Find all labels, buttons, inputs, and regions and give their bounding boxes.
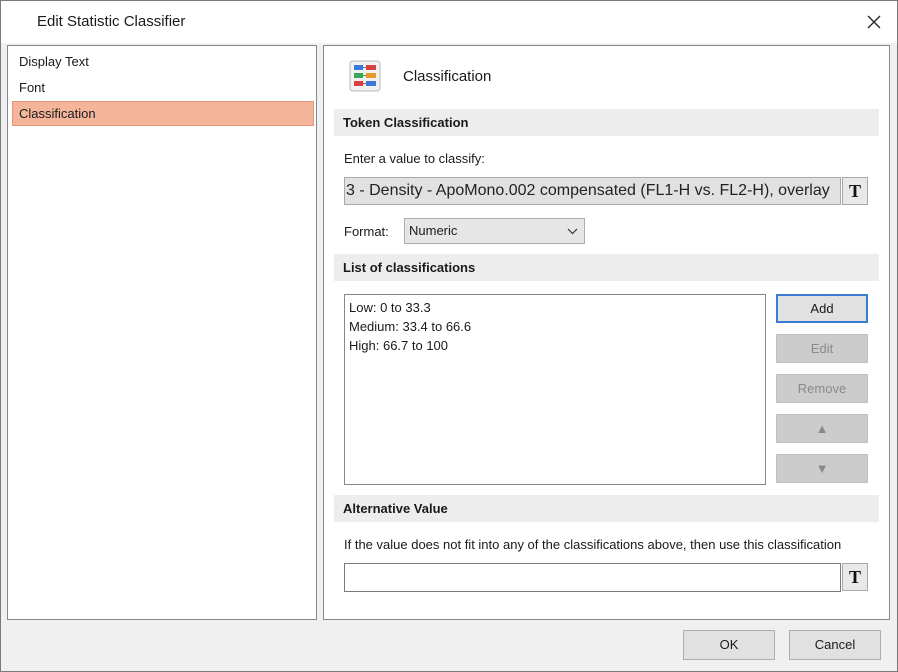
- alternative-description: If the value does not fit into any of th…: [344, 537, 842, 552]
- add-button[interactable]: Add: [776, 294, 868, 323]
- nav-panel: Display Text Font Classification: [7, 45, 317, 620]
- remove-button[interactable]: Remove: [776, 374, 868, 403]
- move-down-button[interactable]: ▼: [776, 454, 868, 483]
- title-bar: Edit Statistic Classifier: [1, 1, 897, 43]
- close-icon: [867, 15, 881, 29]
- chevron-down-icon: [567, 219, 578, 252]
- classify-value-input[interactable]: 3 - Density - ApoMono.002 compensated (F…: [344, 177, 841, 205]
- cancel-button[interactable]: Cancel: [789, 630, 881, 660]
- content-panel: Classification Token Classification Ente…: [323, 45, 890, 620]
- list-item[interactable]: Medium: 33.4 to 66.6: [349, 317, 761, 336]
- list-item[interactable]: High: 66.7 to 100: [349, 336, 761, 355]
- classify-prompt: Enter a value to classify:: [344, 151, 485, 166]
- panel-title: Classification: [403, 68, 492, 85]
- nav-item-font[interactable]: Font: [12, 75, 314, 100]
- insert-token-button[interactable]: T: [842, 177, 868, 205]
- dialog-window: Edit Statistic Classifier Display Text F…: [0, 0, 898, 672]
- format-value: Numeric: [409, 223, 458, 238]
- format-label: Format:: [344, 224, 389, 239]
- nav-item-classification[interactable]: Classification: [12, 101, 314, 126]
- classifications-heading: List of classifications: [334, 254, 879, 281]
- edit-button[interactable]: Edit: [776, 334, 868, 363]
- alternative-value-heading: Alternative Value: [334, 495, 879, 522]
- close-button[interactable]: [851, 1, 897, 43]
- list-item[interactable]: Low: 0 to 33.3: [349, 298, 761, 317]
- alternative-token-button[interactable]: T: [842, 563, 868, 591]
- alternative-value-input[interactable]: [344, 563, 841, 592]
- nav-item-display-text[interactable]: Display Text: [12, 49, 314, 74]
- format-select[interactable]: Numeric: [404, 218, 585, 244]
- move-up-button[interactable]: ▲: [776, 414, 868, 443]
- token-classification-heading: Token Classification: [334, 109, 879, 136]
- classification-icon: [349, 60, 381, 92]
- window-title: Edit Statistic Classifier: [37, 13, 186, 30]
- ok-button[interactable]: OK: [683, 630, 775, 660]
- classification-list[interactable]: Low: 0 to 33.3 Medium: 33.4 to 66.6 High…: [344, 294, 766, 485]
